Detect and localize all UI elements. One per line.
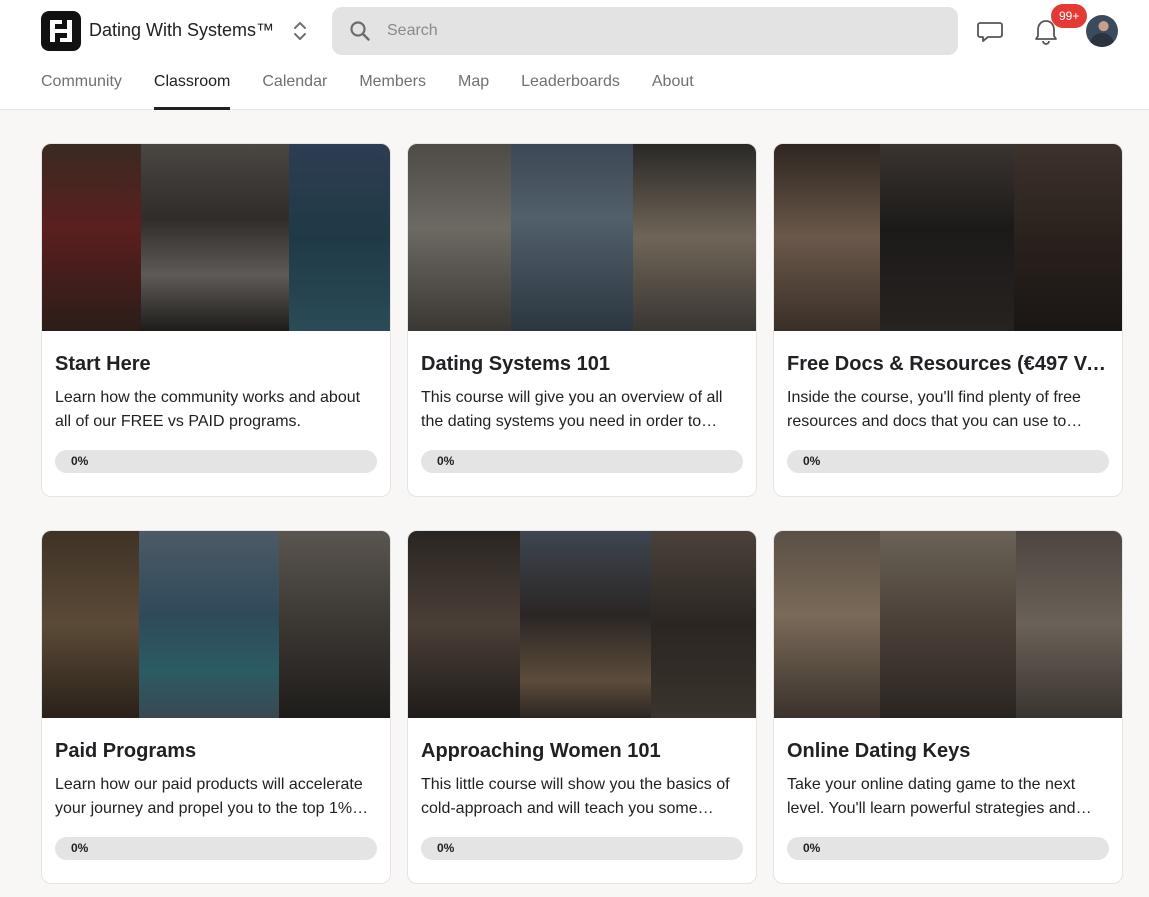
- notification-badge: 99+: [1051, 4, 1088, 28]
- tab-leaderboards[interactable]: Leaderboards: [521, 73, 620, 110]
- course-title: Approaching Women 101: [421, 740, 661, 762]
- course-progress-bar: 0%: [55, 837, 377, 860]
- search-bar: [332, 7, 958, 55]
- course-title: Online Dating Keys: [787, 740, 971, 762]
- course-progress-bar: 0%: [787, 837, 1109, 860]
- user-avatar[interactable]: [1086, 15, 1118, 47]
- search-input[interactable]: [387, 7, 947, 55]
- course-progress-label: 0%: [71, 841, 89, 855]
- course-cover-image: [774, 144, 1122, 331]
- course-title: Paid Programs: [55, 740, 197, 762]
- top-header: Dating With Systems™ 99+ Community Class…: [0, 0, 1149, 110]
- course-progress-label: 0%: [803, 454, 821, 468]
- tab-about[interactable]: About: [652, 73, 694, 110]
- group-logo[interactable]: [41, 11, 81, 51]
- chat-icon[interactable]: [976, 17, 1004, 45]
- course-cover-image: [42, 144, 390, 331]
- course-progress-bar: 0%: [421, 450, 743, 473]
- logo-mark-icon: [50, 20, 72, 42]
- group-switcher-icon[interactable]: [290, 20, 310, 42]
- course-cover-image: [774, 531, 1122, 718]
- course-description: Take your online dating game to the next…: [787, 776, 1092, 817]
- tab-map[interactable]: Map: [458, 73, 489, 110]
- group-name[interactable]: Dating With Systems™: [89, 20, 274, 41]
- course-cover-image: [408, 144, 756, 331]
- course-cover-image: [42, 531, 390, 718]
- tab-calendar[interactable]: Calendar: [262, 73, 327, 110]
- course-progress-bar: 0%: [55, 450, 377, 473]
- search-icon: [350, 21, 370, 41]
- course-title: Free Docs & Resources (€497 Val…: [787, 353, 1112, 375]
- course-card[interactable]: Paid Programs Learn how our paid product…: [41, 530, 391, 884]
- course-card[interactable]: Approaching Women 101 This little course…: [407, 530, 757, 884]
- course-card[interactable]: Free Docs & Resources (€497 Val… Inside …: [773, 143, 1123, 497]
- course-card[interactable]: Online Dating Keys Take your online dati…: [773, 530, 1123, 884]
- course-description: Inside the course, you'll find plenty of…: [787, 389, 1083, 430]
- course-description: Learn how the community works and about …: [55, 389, 361, 430]
- course-progress-label: 0%: [437, 841, 455, 855]
- course-card[interactable]: Dating Systems 101 This course will give…: [407, 143, 757, 497]
- course-description: This little course will show you the bas…: [421, 776, 730, 817]
- tab-classroom[interactable]: Classroom: [153, 73, 231, 110]
- nav-tabs: Community Classroom Calendar Members Map…: [41, 73, 694, 110]
- course-progress-bar: 0%: [421, 837, 743, 860]
- course-card[interactable]: Start Here Learn how the community works…: [41, 143, 391, 497]
- course-progress-label: 0%: [71, 454, 89, 468]
- course-title: Dating Systems 101: [421, 353, 610, 375]
- course-description: Learn how our paid products will acceler…: [55, 776, 363, 817]
- course-title: Start Here: [55, 353, 151, 375]
- course-progress-bar: 0%: [787, 450, 1109, 473]
- course-description: This course will give you an overview of…: [421, 389, 723, 430]
- course-progress-label: 0%: [803, 841, 821, 855]
- tab-community[interactable]: Community: [41, 73, 122, 110]
- course-cover-image: [408, 531, 756, 718]
- tab-members[interactable]: Members: [359, 73, 426, 110]
- course-progress-label: 0%: [437, 454, 455, 468]
